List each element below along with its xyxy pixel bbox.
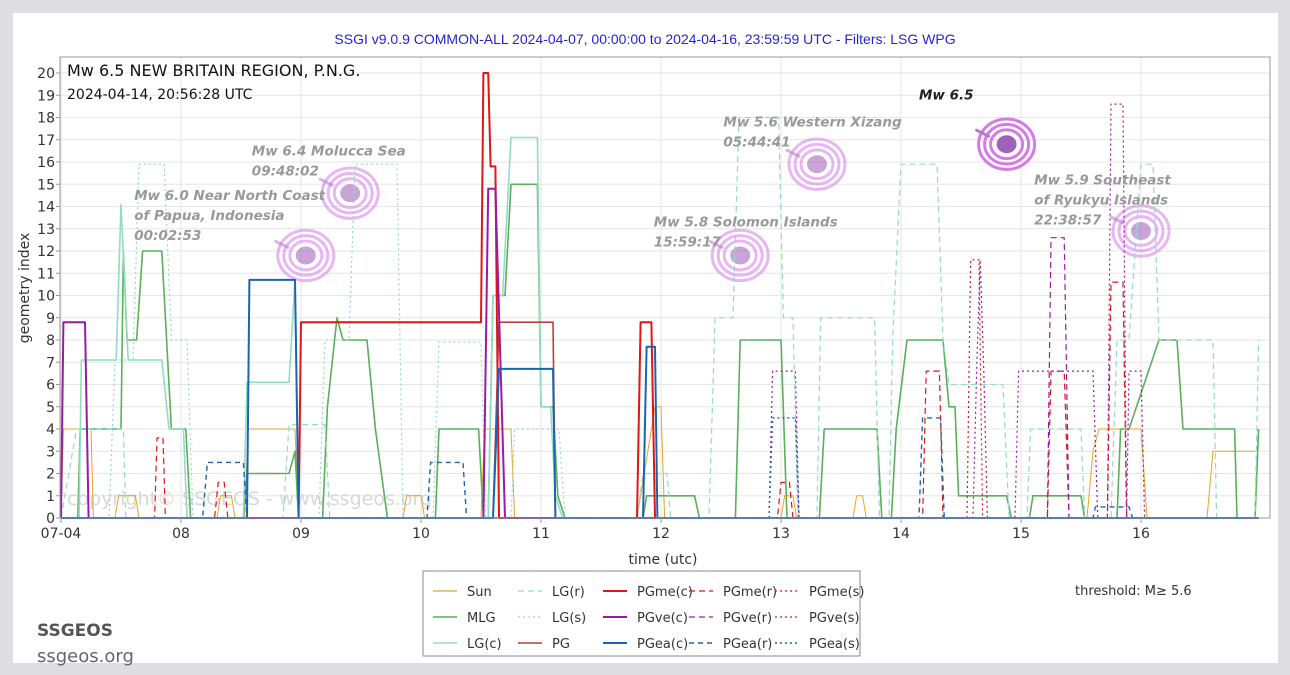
event-annotation-line: Mw 6.0 Near North Coast (134, 188, 325, 204)
watermark-group: copyright© SSGEOS - www.ssgeos.org (67, 488, 432, 510)
legend-label: PGea(s) (809, 637, 860, 652)
x-tick-label: 12 (652, 526, 670, 542)
event-core (807, 155, 827, 174)
legend-label: LG(s) (552, 611, 586, 626)
legend-label: LG(r) (552, 585, 585, 600)
x-tick-label: 09 (292, 526, 310, 542)
x-tick-labels: 07-04 08 09 10 11 12 13 14 15 16 (41, 518, 1150, 542)
y-tick-label: 17 (37, 133, 55, 149)
legend-label: PG (552, 637, 570, 652)
y-tick-label: 12 (37, 244, 55, 260)
event-core (1131, 221, 1151, 240)
y-tick-label: 19 (37, 88, 55, 104)
y-tick-label: 3 (46, 444, 55, 460)
legend-label: LG(c) (467, 637, 502, 652)
event-core (295, 246, 316, 265)
event-core (996, 135, 1017, 154)
x-tick-label: 16 (1132, 526, 1150, 542)
brand-name: SSGEOS (37, 621, 113, 641)
event-target-icon (1109, 204, 1171, 258)
legend-label: PGme(s) (809, 585, 865, 600)
legend-label: PGve(s) (809, 611, 860, 626)
y-tick-label: 11 (37, 266, 55, 282)
legend-label: PGve(c) (637, 611, 688, 626)
event-annotation-line: Mw 5.9 Southeast (1034, 172, 1171, 188)
y-tick-label: 1 (46, 489, 55, 505)
y-tick-label: 5 (46, 400, 55, 416)
event-target-icon (318, 166, 380, 220)
plot-area-border (59, 56, 1271, 519)
legend-label: PGea(r) (723, 637, 772, 652)
y-tick-label: 7 (46, 355, 55, 371)
y-tick-label: 10 (37, 289, 55, 305)
legend-label: MLG (467, 611, 496, 626)
event-core (730, 246, 751, 265)
legend-label: PGme(c) (637, 585, 693, 600)
y-tick-label: 20 (37, 66, 55, 82)
event-annotation-line: of Papua, Indonesia (134, 208, 284, 224)
y-tick-label: 14 (37, 200, 55, 216)
chart-title: SSGI v9.0.9 COMMON-ALL 2024-04-07, 00:00… (334, 31, 955, 47)
series-line-pgme-s (966, 259, 984, 519)
y-tick-label: 4 (46, 422, 55, 438)
series-line-pgve-r (1046, 237, 1070, 519)
series-line-pgea-c (61, 278, 1259, 519)
x-tick-label: 10 (412, 526, 430, 542)
y-tick-label: 16 (37, 155, 55, 171)
y-axis-label: geometry index (17, 233, 33, 344)
y-tick-label: 15 (37, 177, 55, 193)
y-tick-label: 8 (46, 333, 55, 349)
y-tick-label: 2 (46, 467, 55, 483)
event-annotation-line: Mw 5.8 Solomon Islands (654, 215, 838, 231)
event-annotation-line: Mw 6.5 (919, 88, 974, 104)
threshold-label: threshold: M≥ 5.6 (1075, 584, 1192, 599)
geometry-index-chart: SSGI v9.0.9 COMMON-ALL 2024-04-07, 00:00… (17, 31, 1271, 657)
featured-event-name: Mw 6.5 NEW BRITAIN REGION, P.N.G. (67, 61, 360, 80)
event-core (340, 184, 361, 203)
legend-label: PGve(r) (723, 611, 772, 626)
grid-lines (60, 57, 1270, 519)
legend-label: Sun (467, 585, 492, 600)
x-tick-label: 15 (1012, 526, 1030, 542)
event-annotation-line: 22:38:57 (1034, 212, 1102, 228)
event-annotation-line: 00:02:53 (134, 228, 201, 244)
featured-event-time: 2024-04-14, 20:56:28 UTC (67, 87, 253, 103)
legend-label: PGme(r) (723, 585, 777, 600)
x-tick-label: 07-04 (41, 526, 82, 542)
chart-frame: SSGI v9.0.9 COMMON-ALL 2024-04-07, 00:00… (13, 13, 1278, 667)
x-axis-label: time (utc) (628, 552, 697, 568)
watermark: copyright© SSGEOS - www.ssgeos.org (67, 488, 432, 510)
event-annotation-line: 15:59:17 (654, 235, 722, 251)
event-annotation-line: of Ryukyu Islands (1034, 192, 1168, 208)
event-annotation-line: 05:44:41 (723, 134, 790, 150)
y-tick-label: 9 (46, 311, 55, 327)
x-tick-label: 14 (892, 526, 910, 542)
event-annotation-line: Mw 5.6 Western Xizang (723, 114, 902, 130)
y-tick-label: 0 (46, 511, 55, 527)
event-annotation-line: Mw 6.4 Molucca Sea (252, 143, 406, 159)
event-annotation-line: 09:48:02 (252, 163, 319, 179)
x-tick-label: 13 (772, 526, 790, 542)
legend-label: PGea(c) (637, 637, 688, 652)
event-target-icon (785, 137, 847, 191)
y-tick-label: 6 (46, 378, 55, 394)
y-tick-label: 18 (37, 111, 55, 127)
y-tick-label: 13 (37, 222, 55, 238)
x-tick-label: 11 (532, 526, 550, 542)
brand-url: ssgeos.org (37, 646, 134, 667)
y-tick-labels: 01234567891011121314151617181920 (37, 66, 60, 527)
x-tick-label: 08 (172, 526, 190, 542)
